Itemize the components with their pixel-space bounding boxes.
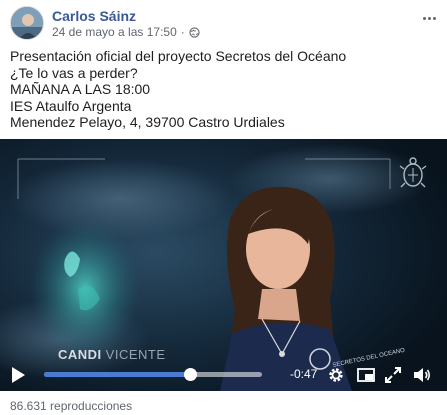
seek-handle[interactable]	[184, 368, 198, 381]
video-player[interactable]: SECRETOS DEL OCEANO CANDI VICENTE -0:47	[0, 139, 447, 391]
post-text-line: ¿Te lo vas a perder?	[10, 64, 138, 81]
video-controls: -0:47	[0, 358, 447, 391]
play-icon[interactable]	[10, 366, 26, 384]
post-header: Carlos Sáinz 24 de mayo a las 17:50 ·	[10, 6, 437, 42]
volume-icon[interactable]	[412, 365, 432, 385]
mini-player-icon[interactable]	[356, 365, 376, 385]
turtle-logo-icon	[399, 156, 427, 190]
settings-gear-icon[interactable]	[326, 365, 346, 385]
author-name[interactable]: Carlos Sáinz	[52, 8, 136, 24]
post-text-line: Menendez Pelayo, 4, 39700 Castro Urdiale…	[10, 114, 285, 130]
more-options-icon[interactable]	[421, 10, 437, 26]
avatar[interactable]	[10, 6, 44, 40]
post-text-line: Presentación oficial del proyecto Secret…	[10, 48, 347, 64]
post-text-line: MAÑANA A LAS 18:00	[10, 81, 151, 97]
post-text: Presentación oficial del proyecto Secret…	[10, 48, 437, 131]
time-remaining: -0:47	[290, 367, 318, 381]
seek-bar[interactable]	[44, 368, 262, 381]
view-count[interactable]: 86.631 reproducciones	[10, 399, 132, 413]
fullscreen-icon[interactable]	[383, 365, 403, 385]
seek-progress	[44, 372, 191, 377]
post-text-line: IES Ataulfo Argenta	[10, 97, 132, 114]
post-timestamp[interactable]: 24 de mayo a las 17:50	[52, 25, 177, 39]
post-meta: 24 de mayo a las 17:50 ·	[52, 25, 200, 39]
meta-separator: ·	[180, 25, 185, 39]
globe-icon	[189, 26, 200, 38]
